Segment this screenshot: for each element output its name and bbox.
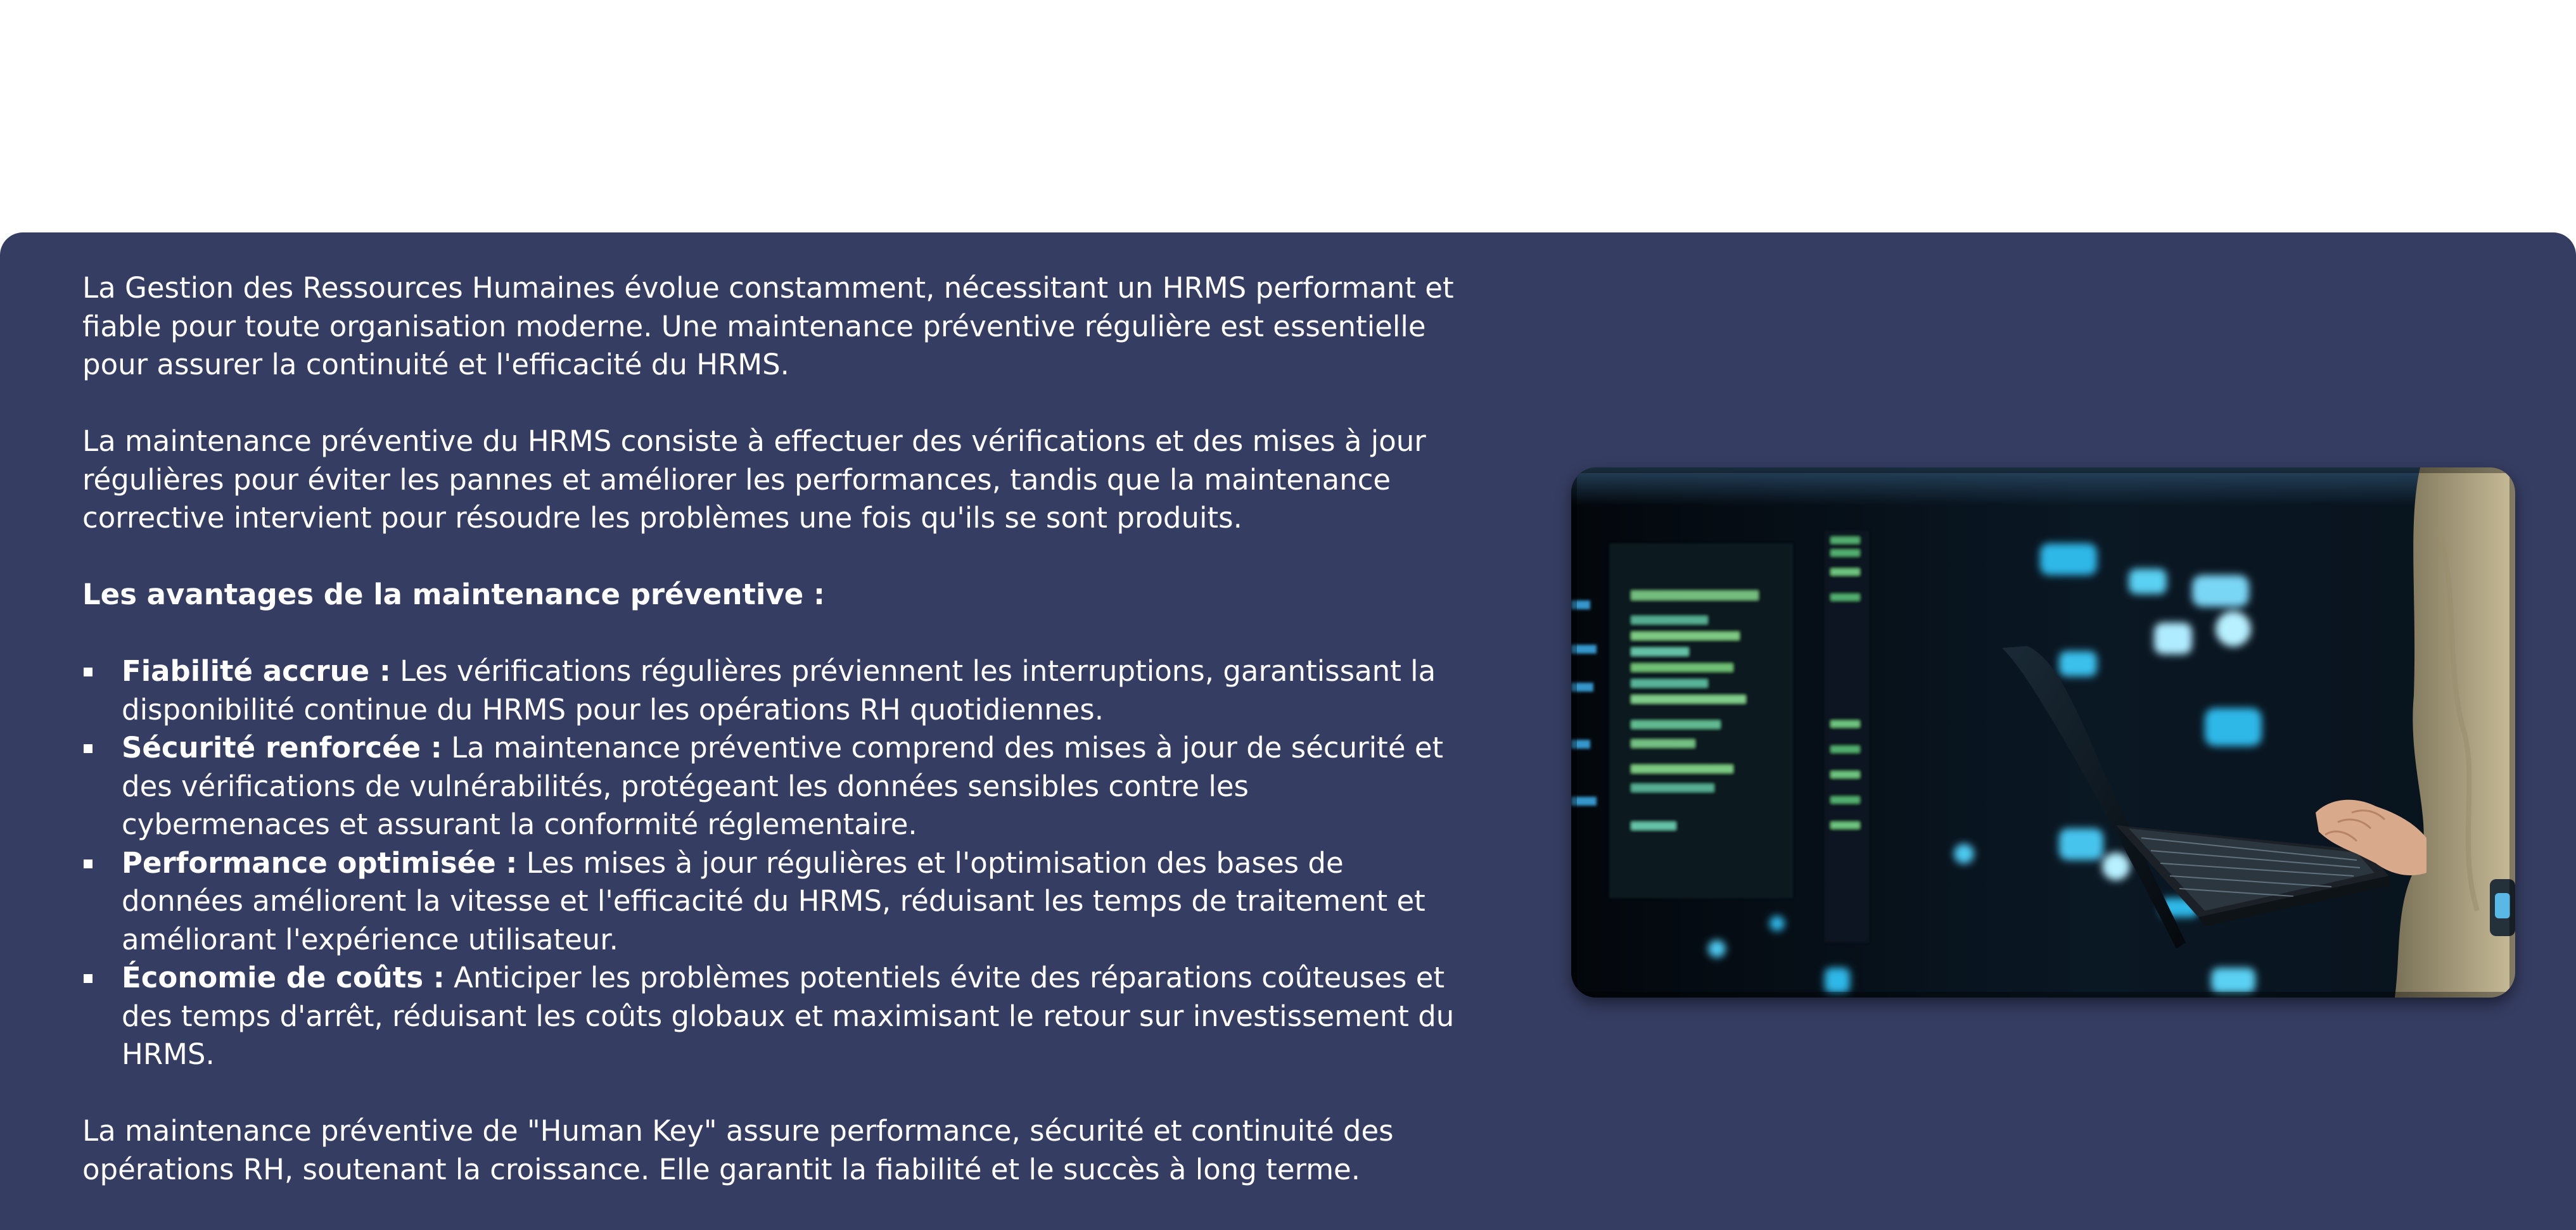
benefits-list: Fiabilité accrue : Les vérifications rég… bbox=[82, 652, 1463, 1074]
server-room-laptop-image bbox=[1571, 467, 2515, 998]
benefit-item: Économie de coûts : Anticiper les problè… bbox=[82, 959, 1463, 1074]
benefit-item: Sécurité renforcée : La maintenance prév… bbox=[82, 729, 1463, 844]
benefit-term: Économie de coûts : bbox=[122, 961, 445, 994]
conclusion-paragraph: La maintenance préventive de "Human Key"… bbox=[82, 1114, 1394, 1186]
square-bullet-icon bbox=[84, 974, 92, 983]
article-body: La Gestion des Ressources Humaines évolu… bbox=[82, 269, 1463, 1189]
benefits-heading: Les avantages de la maintenance préventi… bbox=[82, 578, 825, 611]
benefit-term: Sécurité renforcée : bbox=[122, 731, 442, 764]
intro-paragraph: La Gestion des Ressources Humaines évolu… bbox=[82, 271, 1454, 381]
square-bullet-icon bbox=[84, 859, 92, 868]
definition-paragraph: La maintenance préventive du HRMS consis… bbox=[82, 424, 1426, 535]
benefit-item: Performance optimisée : Les mises à jour… bbox=[82, 844, 1463, 960]
square-bullet-icon bbox=[84, 744, 92, 753]
square-bullet-icon bbox=[84, 668, 92, 676]
benefit-term: Performance optimisée : bbox=[122, 846, 518, 880]
benefit-item: Fiabilité accrue : Les vérifications rég… bbox=[82, 652, 1463, 729]
benefit-term: Fiabilité accrue : bbox=[122, 654, 391, 688]
